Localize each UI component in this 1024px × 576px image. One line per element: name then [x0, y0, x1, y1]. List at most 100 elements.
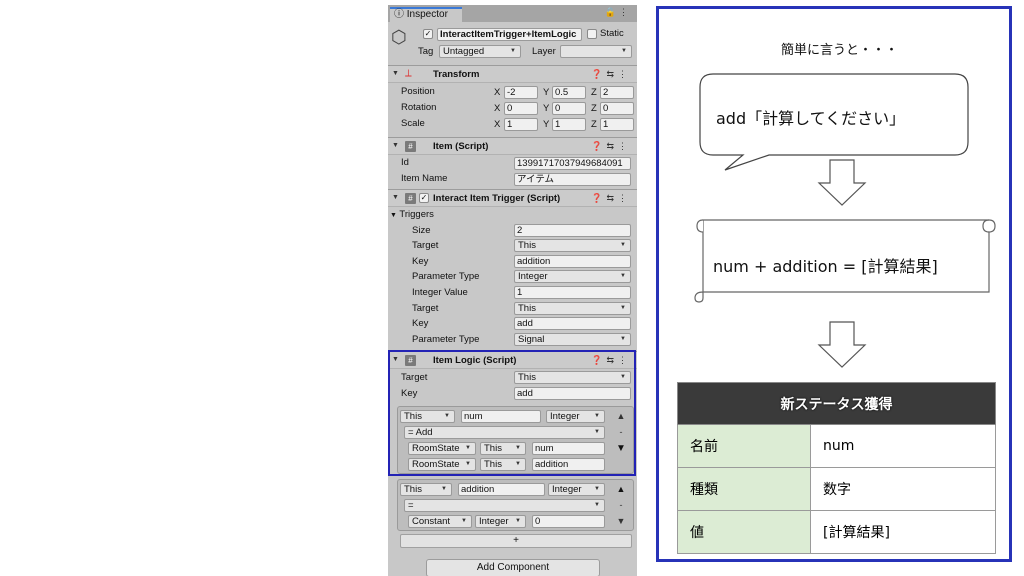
position-x-field[interactable]: -2	[504, 86, 538, 99]
parameter-type-dropdown-2[interactable]: Signal	[514, 333, 631, 346]
axis-z-label: Z	[591, 103, 597, 114]
entry2-key-field[interactable]: addition	[458, 483, 545, 496]
axis-y-label: Y	[543, 103, 550, 114]
item-name-label: Item Name	[401, 173, 448, 184]
tag-label: Tag	[418, 46, 434, 57]
axis-x-label: X	[494, 119, 501, 130]
parameter-type-dropdown[interactable]: Integer	[514, 270, 631, 283]
rotation-z-field[interactable]: 0	[600, 102, 634, 115]
axis-z-label: Z	[591, 119, 597, 130]
rotation-y-field[interactable]: 0	[552, 102, 586, 115]
script-icon: #	[405, 141, 416, 152]
entry2-operator-dropdown[interactable]: =	[404, 499, 605, 512]
status-table: 新ステータス獲得 名前 num 種類 数字 値 [計算結果]	[677, 382, 996, 554]
move-up-icon[interactable]: ▲	[612, 483, 630, 496]
fold-arrow-icon: ▼	[390, 212, 397, 219]
target-dropdown[interactable]: This	[514, 239, 631, 252]
table-header-row: 新ステータス獲得	[677, 382, 996, 425]
item-script-header[interactable]: ▼ # Item (Script) ❓⇆⋮	[388, 137, 637, 155]
triggers-foldout[interactable]: ▼ Triggers	[390, 209, 434, 222]
inspector-tabbar: ⓘ Inspector 🔒⋮	[388, 5, 637, 22]
id-field[interactable]: 13991717037949684091	[514, 157, 631, 170]
transform-header[interactable]: ▼ ⟂ Transform ❓⇆⋮	[388, 65, 637, 83]
axis-z-label: Z	[591, 87, 597, 98]
inspector-tab-label: Inspector	[406, 9, 448, 20]
move-down-icon[interactable]: ▼	[612, 515, 630, 528]
trigger-script-title: Interact Item Trigger (Script)	[433, 193, 561, 204]
layer-dropdown[interactable]	[560, 45, 632, 58]
transform-title: Transform	[433, 69, 480, 80]
fold-arrow-icon[interactable]: ▼	[392, 70, 399, 77]
table-value-cell: [計算結果]	[810, 510, 996, 554]
static-label: Static	[600, 28, 624, 39]
add-entry-button[interactable]: +	[400, 534, 632, 548]
key-field-2[interactable]: add	[514, 317, 631, 330]
entry2-src-type-dropdown[interactable]: Integer	[475, 515, 526, 528]
scale-x-field[interactable]: 1	[504, 118, 538, 131]
table-value-cell: num	[810, 424, 996, 468]
rotation-x-field[interactable]: 0	[504, 102, 538, 115]
highlight-frame	[388, 350, 636, 476]
parameter-type-label: Parameter Type	[412, 334, 480, 345]
integer-value-field[interactable]: 1	[514, 286, 631, 299]
explanation-panel: 簡単に言うと・・・ add「計算してください」 num + addition =…	[656, 6, 1012, 562]
layer-label: Layer	[532, 46, 556, 57]
down-arrow-shape	[817, 159, 867, 206]
component-menu-icons[interactable]: ❓⇆⋮	[591, 141, 631, 152]
scroll-text: num + addition = [計算結果]	[713, 257, 938, 276]
position-label: Position	[401, 86, 435, 97]
inspector-tab[interactable]: ⓘ Inspector	[390, 7, 462, 22]
down-arrow-shape	[817, 321, 867, 368]
table-header: 新ステータス獲得	[677, 382, 996, 425]
target-label: Target	[412, 303, 439, 314]
speech-bubble-text: add「計算してください」	[716, 109, 906, 128]
entry2-type-dropdown[interactable]: Integer	[548, 483, 605, 496]
scale-y-field[interactable]: 1	[552, 118, 586, 131]
target-dropdown-2[interactable]: This	[514, 302, 631, 315]
table-row: 名前 num	[677, 424, 996, 468]
axis-y-label: Y	[543, 87, 550, 98]
fold-arrow-icon[interactable]: ▼	[392, 194, 399, 201]
tag-dropdown[interactable]: Untagged	[439, 45, 521, 58]
id-label: Id	[401, 157, 409, 168]
target-label: Target	[412, 240, 439, 251]
add-component-button[interactable]: Add Component	[426, 559, 600, 576]
entry2-target-dropdown[interactable]: This	[400, 483, 452, 496]
script-icon: #	[405, 193, 416, 204]
tab-options-icons[interactable]: 🔒⋮	[605, 7, 631, 18]
table-key-cell: 値	[677, 510, 811, 554]
scale-label: Scale	[401, 118, 425, 129]
key-label: Key	[412, 318, 429, 329]
size-field[interactable]: 2	[514, 224, 631, 237]
trigger-enabled-checkbox[interactable]: ✓	[419, 193, 429, 203]
position-z-field[interactable]: 2	[600, 86, 634, 99]
component-menu-icons[interactable]: ❓⇆⋮	[591, 193, 631, 204]
transform-icon: ⟂	[405, 68, 412, 79]
static-checkbox[interactable]	[587, 29, 597, 39]
inspector-panel: ⓘ Inspector 🔒⋮ ⬡ ✓ InteractItemTrigger+I…	[388, 5, 637, 576]
axis-x-label: X	[494, 103, 501, 114]
item-script-title: Item (Script)	[433, 141, 489, 152]
table-value-cell: 数字	[810, 467, 996, 511]
cube-icon: ⬡	[391, 27, 407, 47]
key-label: Key	[412, 256, 429, 267]
table-row: 種類 数字	[677, 467, 996, 511]
entry2-src-scope-dropdown[interactable]: Constant	[408, 515, 472, 528]
axis-y-label: Y	[543, 119, 550, 130]
position-y-field[interactable]: 0.5	[552, 86, 586, 99]
integer-value-label: Integer Value	[412, 287, 468, 298]
item-name-field[interactable]: アイテム	[514, 173, 631, 186]
trigger-script-header[interactable]: ▼ # ✓ Interact Item Trigger (Script) ❓⇆⋮	[388, 189, 637, 207]
object-name-field[interactable]: InteractItemTrigger+ItemLogic	[437, 28, 582, 41]
axis-x-label: X	[494, 87, 501, 98]
parameter-type-label: Parameter Type	[412, 271, 480, 282]
fold-arrow-icon[interactable]: ▼	[392, 142, 399, 149]
explain-heading: 簡単に言うと・・・	[781, 43, 899, 58]
scale-z-field[interactable]: 1	[600, 118, 634, 131]
component-menu-icons[interactable]: ❓⇆⋮	[591, 69, 631, 80]
entry2-src-value-field[interactable]: 0	[532, 515, 605, 528]
remove-button[interactable]: -	[612, 499, 630, 512]
object-active-checkbox[interactable]: ✓	[423, 29, 433, 39]
key-field[interactable]: addition	[514, 255, 631, 268]
triggers-label: Triggers	[399, 209, 434, 220]
